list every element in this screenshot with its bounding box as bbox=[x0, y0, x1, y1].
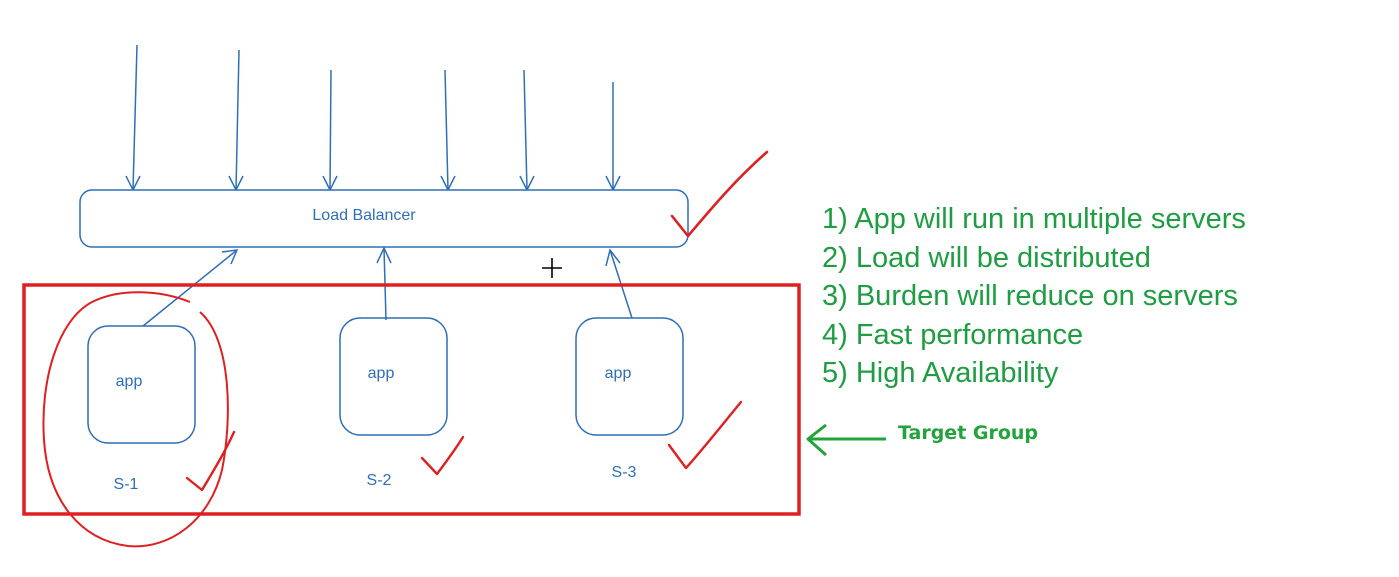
target-group-label: Target Group bbox=[898, 422, 1039, 444]
benefit-item: 1) App will run in multiple servers bbox=[822, 203, 1246, 235]
incoming-arrow bbox=[329, 69, 332, 191]
benefit-item: 5) High Availability bbox=[822, 357, 1059, 389]
incoming-arrow bbox=[523, 69, 528, 191]
benefits-list: 1) App will run in multiple servers 2) L… bbox=[822, 200, 1246, 393]
diagram-canvas: Load Balancer app app app S-1 S-2 S-3 Ta… bbox=[0, 0, 1399, 577]
incoming-request-arrows bbox=[125, 44, 621, 192]
server3-name: S-3 bbox=[611, 464, 637, 481]
load-balancer-label: Load Balancer bbox=[312, 207, 416, 224]
check-mark-s2 bbox=[420, 435, 465, 476]
benefit-item: 2) Load will be distributed bbox=[822, 241, 1151, 274]
server3-app-label: app bbox=[604, 365, 632, 382]
server1-arrow bbox=[142, 249, 238, 327]
benefit-item: 4) Fast performance bbox=[822, 318, 1084, 351]
crosshair-cursor-icon bbox=[542, 258, 562, 278]
server2-app-label: app bbox=[367, 365, 395, 382]
benefit-item: 3) Burden will reduce on servers bbox=[822, 280, 1238, 312]
server1-app-label: app bbox=[115, 373, 143, 390]
incoming-arrow bbox=[132, 44, 138, 191]
s1-highlight-circle bbox=[42, 291, 229, 548]
target-group-arrow bbox=[806, 423, 886, 457]
server1-name: S-1 bbox=[113, 476, 139, 493]
server2-name: S-2 bbox=[366, 472, 392, 489]
incoming-arrow bbox=[444, 69, 449, 191]
incoming-arrow bbox=[235, 49, 240, 191]
check-mark-s3 bbox=[667, 400, 743, 470]
